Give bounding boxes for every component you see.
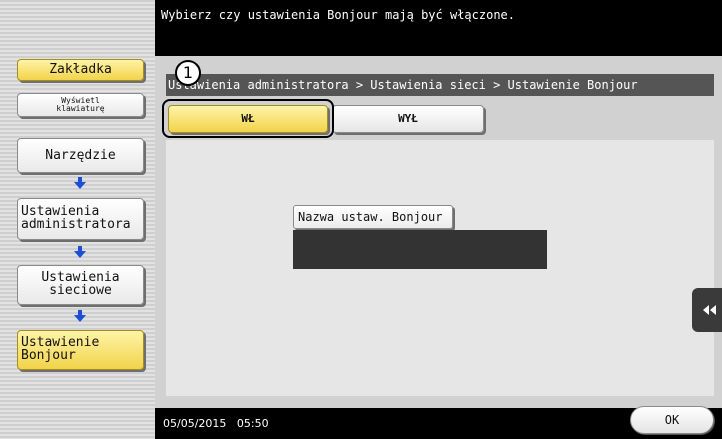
arrow-down-icon [74,246,86,258]
callout-number: 1 [182,63,194,82]
breadcrumb: Ustawienia administratora > Ustawienia s… [166,74,714,96]
instruction-text: Wybierz czy ustawienia Bonjour mają być … [161,8,516,22]
datetime: 05/05/2015 05:50 [163,417,269,430]
callout-number-badge: 1 [175,60,201,86]
off-button-label: WYŁ [398,112,418,125]
off-button[interactable]: WYŁ [332,105,484,133]
bonjour-name-button[interactable]: Nazwa ustaw. Bonjour [293,205,453,229]
bonjour-name-label: Nazwa ustaw. Bonjour [298,210,443,224]
callout-highlight [162,99,334,138]
bookmark-button[interactable]: Zakładka [17,59,144,81]
sidebar-item-admin-settings[interactable]: Ustawienia administratora [17,198,144,240]
arrow-down-icon [74,310,86,322]
ok-button-label: OK [664,413,680,427]
sidebar-item-label: Bonjour [21,348,76,363]
sidebar-item-network-settings[interactable]: Ustawienia sieciowe [17,265,144,305]
bookmark-label: Zakładka [49,62,112,77]
sidebar-item-tool[interactable]: Narzędzie [17,138,144,173]
arrow-down-icon [74,177,86,189]
keyboard-label-line2: klawiaturę [56,104,105,113]
instruction-bar: Wybierz czy ustawienia Bonjour mają być … [155,0,722,56]
bonjour-name-field[interactable] [293,230,547,269]
double-chevron-left-icon [703,305,716,315]
sidebar-item-label: sieciowe [49,283,112,298]
expand-panel-tab[interactable] [692,288,722,332]
ok-button[interactable]: OK [630,406,714,434]
sidebar-item-bonjour-setting[interactable]: Ustawienie Bonjour [17,330,144,370]
sidebar-item-label: administratora [21,217,131,232]
breadcrumb-text: Ustawienia administratora > Ustawienia s… [168,78,638,92]
sidebar-item-label: Narzędzie [45,148,116,163]
show-keyboard-button[interactable]: Wyświetl klawiaturę [17,93,144,117]
